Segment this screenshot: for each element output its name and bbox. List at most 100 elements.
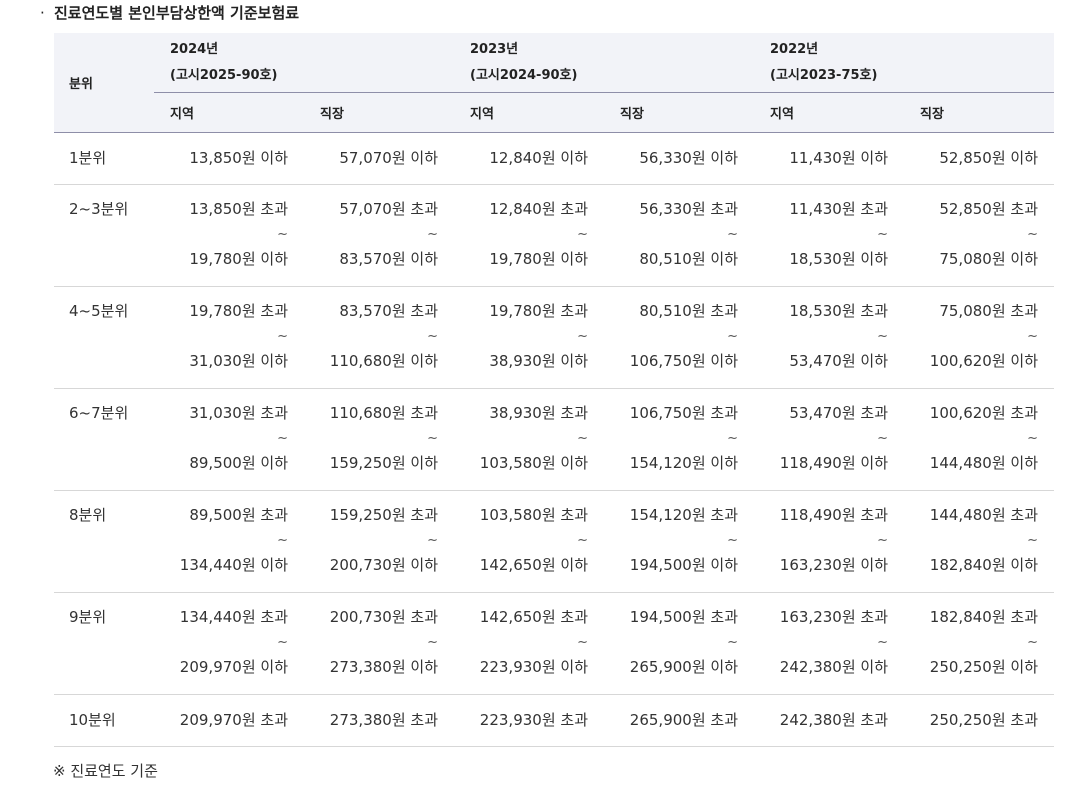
table-row: 8분위 89,500원 초과 ~134,440원 이하 159,250원 초과 ~200… bbox=[54, 490, 1054, 593]
upper-bound-value: 31,030원 이하 bbox=[189, 352, 288, 370]
range-tilde: ~ bbox=[877, 227, 888, 242]
range-tilde: ~ bbox=[427, 533, 438, 548]
range-tilde: ~ bbox=[577, 431, 588, 446]
value-cell: 52,850원 초과 ~75,080원 이하 bbox=[904, 184, 1054, 287]
upper-bound-value: 242,380원 이하 bbox=[779, 658, 888, 676]
lower-bound-value: 57,070원 초과 bbox=[339, 200, 438, 218]
lower-bound-value: 89,500원 초과 bbox=[189, 506, 288, 524]
lower-bound-value: 56,330원 초과 bbox=[639, 200, 738, 218]
upper-bound-value: 100,620원 이하 bbox=[929, 352, 1038, 370]
lower-bound-value: 11,430원 초과 bbox=[789, 200, 888, 218]
upper-bound-value: 83,570원 이하 bbox=[339, 250, 438, 268]
range-tilde: ~ bbox=[427, 635, 438, 650]
value-cell-content: 13,850원 초과 ~19,780원 이하 bbox=[154, 185, 288, 272]
value-cell-content: 273,380원 초과 bbox=[304, 695, 438, 746]
upper-bound-value: 182,840원 이하 bbox=[929, 556, 1038, 574]
lower-bound-value: 159,250원 초과 bbox=[329, 506, 438, 524]
value-cell: 11,430원 이하 bbox=[754, 132, 904, 185]
upper-bound-value: 194,500원 이하 bbox=[629, 556, 738, 574]
value-cell: 154,120원 초과 ~194,500원 이하 bbox=[604, 490, 754, 593]
value-cell: 38,930원 초과 ~103,580원 이하 bbox=[454, 388, 604, 491]
upper-bound-value: 106,750원 이하 bbox=[629, 352, 738, 370]
range-tilde: ~ bbox=[277, 329, 288, 344]
bound-value: 242,380원 초과 bbox=[779, 711, 888, 729]
upper-bound-value: 144,480원 이하 bbox=[929, 454, 1038, 472]
lower-bound-value: 19,780원 초과 bbox=[189, 302, 288, 320]
range-tilde: ~ bbox=[727, 635, 738, 650]
value-cell-content: 142,650원 초과 ~223,930원 이하 bbox=[454, 593, 588, 680]
lower-bound-value: 118,490원 초과 bbox=[779, 506, 888, 524]
row-label-cell: 6~7분위 bbox=[54, 388, 154, 491]
row-label-cell: 10분위 bbox=[54, 694, 154, 747]
header-sub-workplace: 직장 bbox=[604, 92, 754, 133]
range-tilde: ~ bbox=[1027, 329, 1038, 344]
header-sub-workplace: 직장 bbox=[904, 92, 1054, 133]
premium-table: 분위 2024년 (고시2025-90호) 2023년 (고시2024-90호)… bbox=[54, 33, 1054, 747]
value-cell-content: 159,250원 초과 ~200,730원 이하 bbox=[304, 491, 438, 578]
upper-bound-value: 159,250원 이하 bbox=[329, 454, 438, 472]
value-cell-content: 194,500원 초과 ~265,900원 이하 bbox=[604, 593, 738, 680]
header-sub-workplace: 직장 bbox=[304, 92, 454, 133]
range-tilde: ~ bbox=[277, 635, 288, 650]
range-tilde: ~ bbox=[877, 431, 888, 446]
value-cell-content: 19,780원 초과 ~31,030원 이하 bbox=[154, 287, 288, 374]
table-row: 9분위 134,440원 초과 ~209,970원 이하 200,730원 초과 ~27… bbox=[54, 592, 1054, 695]
bound-value: 250,250원 초과 bbox=[929, 711, 1038, 729]
value-cell: 56,330원 이하 bbox=[604, 132, 754, 185]
lower-bound-value: 106,750원 초과 bbox=[629, 404, 738, 422]
table-header: 분위 2024년 (고시2025-90호) 2023년 (고시2024-90호)… bbox=[54, 33, 1054, 133]
upper-bound-value: 265,900원 이하 bbox=[629, 658, 738, 676]
header-sub-regional: 지역 bbox=[754, 92, 904, 133]
row-label-cell: 1분위 bbox=[54, 132, 154, 185]
lower-bound-value: 100,620원 초과 bbox=[929, 404, 1038, 422]
value-cell-content: 53,470원 초과 ~118,490원 이하 bbox=[754, 389, 888, 476]
value-cell-content: 52,850원 초과 ~75,080원 이하 bbox=[904, 185, 1038, 272]
upper-bound-value: 250,250원 이하 bbox=[929, 658, 1038, 676]
table-row: 1분위 13,850원 이하 57,070원 이하 12,840원 이하 56,330원… bbox=[54, 132, 1054, 185]
range-tilde: ~ bbox=[1027, 635, 1038, 650]
value-cell-content: 265,900원 초과 bbox=[604, 695, 738, 746]
bound-value: 56,330원 이하 bbox=[639, 149, 738, 167]
value-cell: 83,570원 초과 ~110,680원 이하 bbox=[304, 286, 454, 389]
value-cell: 200,730원 초과 ~273,380원 이하 bbox=[304, 592, 454, 695]
header-sub-regional: 지역 bbox=[454, 92, 604, 133]
value-cell: 12,840원 초과 ~19,780원 이하 bbox=[454, 184, 604, 287]
range-tilde: ~ bbox=[427, 329, 438, 344]
value-cell: 182,840원 초과 ~250,250원 이하 bbox=[904, 592, 1054, 695]
value-cell-content: 242,380원 초과 bbox=[754, 695, 888, 746]
row-label: 1분위 bbox=[69, 149, 107, 167]
value-cell-content: 52,850원 이하 bbox=[904, 133, 1038, 184]
value-cell-content: 19,780원 초과 ~38,930원 이하 bbox=[454, 287, 588, 374]
value-cell-content: 11,430원 초과 ~18,530원 이하 bbox=[754, 185, 888, 272]
header-sub-regional: 지역 bbox=[154, 92, 304, 133]
row-label: 9분위 bbox=[69, 608, 107, 626]
value-cell-content: 57,070원 이하 bbox=[304, 133, 438, 184]
lower-bound-value: 103,580원 초과 bbox=[479, 506, 588, 524]
lower-bound-value: 38,930원 초과 bbox=[489, 404, 588, 422]
range-tilde: ~ bbox=[1027, 431, 1038, 446]
value-cell: 89,500원 초과 ~134,440원 이하 bbox=[154, 490, 304, 593]
bound-value: 12,840원 이하 bbox=[489, 149, 588, 167]
value-cell-content: 75,080원 초과 ~100,620원 이하 bbox=[904, 287, 1038, 374]
value-cell: 110,680원 초과 ~159,250원 이하 bbox=[304, 388, 454, 491]
bound-value: 209,970원 초과 bbox=[179, 711, 288, 729]
value-cell: 103,580원 초과 ~142,650원 이하 bbox=[454, 490, 604, 593]
range-tilde: ~ bbox=[727, 329, 738, 344]
value-cell: 194,500원 초과 ~265,900원 이하 bbox=[604, 592, 754, 695]
range-tilde: ~ bbox=[877, 533, 888, 548]
lower-bound-value: 194,500원 초과 bbox=[629, 608, 738, 626]
header-year-label: 2022년 bbox=[770, 41, 819, 57]
header-year-label: 2024년 bbox=[170, 41, 219, 57]
range-tilde: ~ bbox=[727, 227, 738, 242]
value-cell-content: 103,580원 초과 ~142,650원 이하 bbox=[454, 491, 588, 578]
value-cell-content: 38,930원 초과 ~103,580원 이하 bbox=[454, 389, 588, 476]
upper-bound-value: 53,470원 이하 bbox=[789, 352, 888, 370]
value-cell: 100,620원 초과 ~144,480원 이하 bbox=[904, 388, 1054, 491]
value-cell: 118,490원 초과 ~163,230원 이하 bbox=[754, 490, 904, 593]
value-cell: 273,380원 초과 bbox=[304, 694, 454, 747]
value-cell: 106,750원 초과 ~154,120원 이하 bbox=[604, 388, 754, 491]
upper-bound-value: 19,780원 이하 bbox=[489, 250, 588, 268]
range-tilde: ~ bbox=[577, 227, 588, 242]
value-cell-content: 18,530원 초과 ~53,470원 이하 bbox=[754, 287, 888, 374]
value-cell: 52,850원 이하 bbox=[904, 132, 1054, 185]
